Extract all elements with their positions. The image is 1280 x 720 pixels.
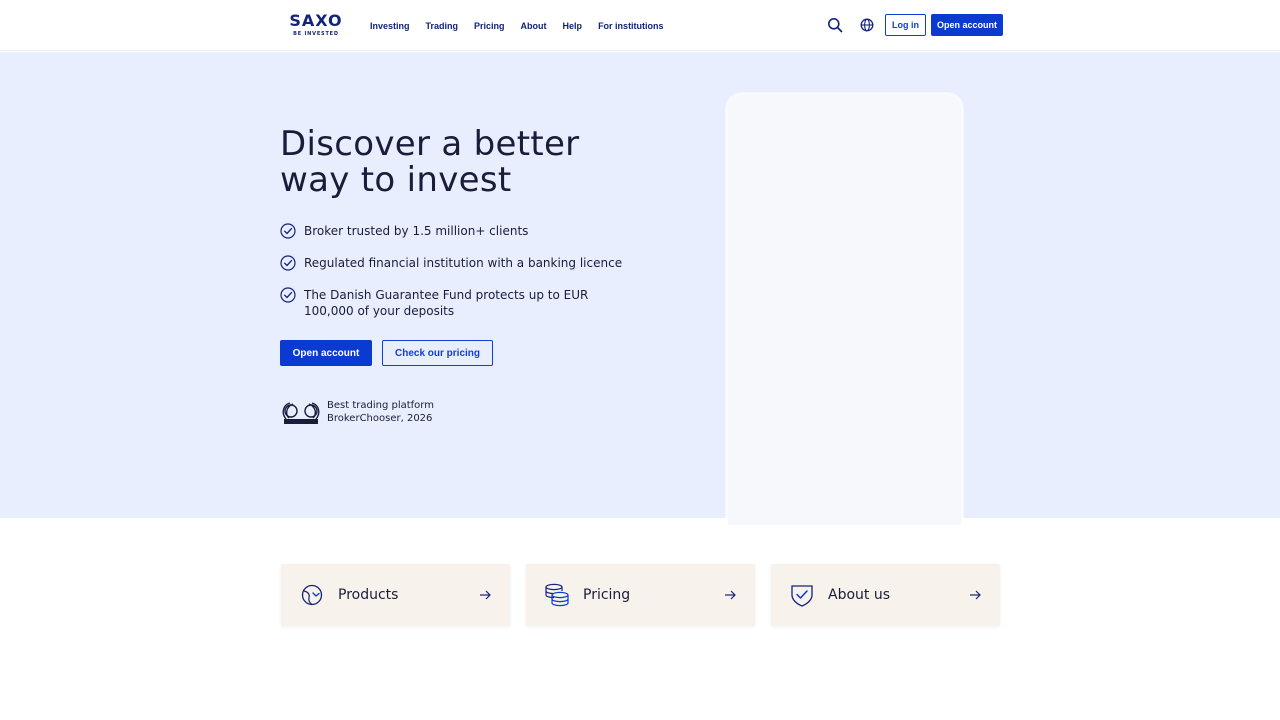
benefit-item: Broker trusted by 1.5 million+ clients xyxy=(280,223,640,239)
benefit-item: Regulated financial institution with a b… xyxy=(280,255,640,271)
card-about-us[interactable]: About us xyxy=(771,564,1000,626)
site-header: SAXO BE INVESTED Investing Trading Prici… xyxy=(0,0,1280,51)
search-icon[interactable] xyxy=(827,17,843,33)
main-nav: Investing Trading Pricing About Help For… xyxy=(370,0,664,51)
globe-icon[interactable] xyxy=(859,17,875,33)
benefit-item: The Danish Guarantee Fund protects up to… xyxy=(280,287,640,319)
saxo-logo[interactable]: SAXO BE INVESTED xyxy=(288,12,344,40)
app-preview-phone xyxy=(728,95,961,525)
card-products[interactable]: Products xyxy=(281,564,510,626)
open-account-button[interactable]: Open account xyxy=(280,340,372,366)
award-source: BrokerChooser, 2026 xyxy=(327,413,433,424)
check-circle-icon xyxy=(280,255,296,271)
login-button[interactable]: Log in xyxy=(885,14,926,36)
award-title: Best trading platform xyxy=(327,400,434,411)
coins-icon xyxy=(544,582,570,608)
nav-investing[interactable]: Investing xyxy=(370,21,410,31)
header-open-account-button[interactable]: Open account xyxy=(931,14,1003,36)
hero-section: Discover a better way to invest Broker t… xyxy=(0,52,1280,525)
arrow-right-icon xyxy=(968,588,982,602)
benefit-text: Regulated financial institution with a b… xyxy=(304,256,623,270)
laurel-award-icon xyxy=(280,401,322,425)
card-label: About us xyxy=(828,587,891,603)
hero-title-line-1: Discover a better xyxy=(280,124,580,164)
shield-check-icon xyxy=(789,582,815,608)
card-pricing[interactable]: Pricing xyxy=(526,564,755,626)
award-badge: Best trading platform BrokerChooser, 202… xyxy=(280,399,500,429)
logo-tagline: BE INVESTED xyxy=(293,31,339,37)
nav-trading[interactable]: Trading xyxy=(426,21,459,31)
check-pricing-button[interactable]: Check our pricing xyxy=(382,340,493,366)
benefit-text: The Danish Guarantee Fund protects up to… xyxy=(304,288,589,318)
nav-help[interactable]: Help xyxy=(563,21,583,31)
benefits-list: Broker trusted by 1.5 million+ clients R… xyxy=(280,223,640,335)
arrow-right-icon xyxy=(478,588,492,602)
nav-for-institutions[interactable]: For institutions xyxy=(598,21,664,31)
logo-wordmark: SAXO xyxy=(289,11,343,30)
nav-about[interactable]: About xyxy=(521,21,547,31)
hero-title-line-2: way to invest xyxy=(280,160,512,200)
globe-chart-icon xyxy=(299,582,325,608)
card-label: Pricing xyxy=(583,587,631,603)
arrow-right-icon xyxy=(723,588,737,602)
card-label: Products xyxy=(338,587,399,603)
nav-pricing[interactable]: Pricing xyxy=(474,21,505,31)
hero-title: Discover a better way to invest xyxy=(280,126,660,198)
check-circle-icon xyxy=(280,287,296,303)
check-circle-icon xyxy=(280,223,296,239)
benefit-text: Broker trusted by 1.5 million+ clients xyxy=(304,224,529,238)
